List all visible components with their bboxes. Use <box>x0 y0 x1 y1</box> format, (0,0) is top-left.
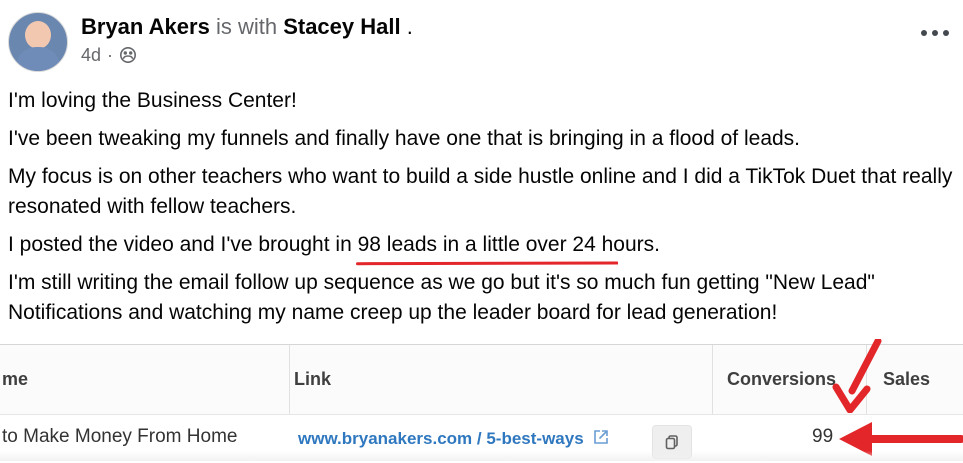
external-link-icon[interactable] <box>592 428 610 446</box>
embedded-table-screenshot: me Link Conversions Sales to Make Money … <box>0 344 963 463</box>
tagged-person-name[interactable]: Stacey Hall <box>283 14 400 39</box>
profile-avatar[interactable] <box>8 12 68 72</box>
author-name[interactable]: Bryan Akers <box>81 14 210 39</box>
red-underline-annotation <box>355 261 619 266</box>
paragraph-5: I'm still writing the email follow up se… <box>8 271 875 324</box>
post-header: Bryan Akers is with Stacey Hall . <box>81 14 413 40</box>
red-arrow-down-annotation <box>832 339 882 413</box>
paragraph-4-lead: I posted the video and I've brought in <box>8 233 352 256</box>
post-time[interactable]: 4d <box>81 45 101 65</box>
funnel-link-text[interactable]: www.bryanakers.com / 5-best-ways <box>298 429 584 448</box>
copy-icon <box>665 435 678 450</box>
conversions-value: 99 <box>812 426 834 447</box>
paragraph-2: I've been tweaking my funnels and finall… <box>8 127 801 150</box>
name-column-header: me <box>2 369 29 389</box>
more-options-icon[interactable] <box>921 24 949 42</box>
link-column-header: Link <box>294 369 332 389</box>
header-period: . <box>406 14 413 39</box>
funnel-link[interactable]: www.bryanakers.com / 5-best-ways <box>298 428 610 449</box>
paragraph-3: My focus is on other teachers who want t… <box>8 165 953 218</box>
highlighted-text: 98 leads in a little over 24 hours. <box>357 233 660 256</box>
cropped-bottom-edge <box>0 451 963 461</box>
post-meta: 4d · <box>81 45 137 65</box>
funnel-name-cell: to Make Money From Home <box>2 426 238 447</box>
with-text: is with <box>215 14 278 39</box>
dot-separator: · <box>107 45 114 65</box>
friends-globe-icon <box>120 47 137 63</box>
paragraph-4: I posted the video and I've brought in 9… <box>8 230 956 266</box>
highlighted-results: 98 leads in a little over 24 hours. <box>355 230 660 266</box>
paragraph-1: I'm loving the Business Center! <box>8 89 297 112</box>
facebook-post: Bryan Akers is with Stacey Hall . 4d · I… <box>0 0 963 463</box>
post-body: I'm loving the Business Center! I've bee… <box>8 86 956 336</box>
